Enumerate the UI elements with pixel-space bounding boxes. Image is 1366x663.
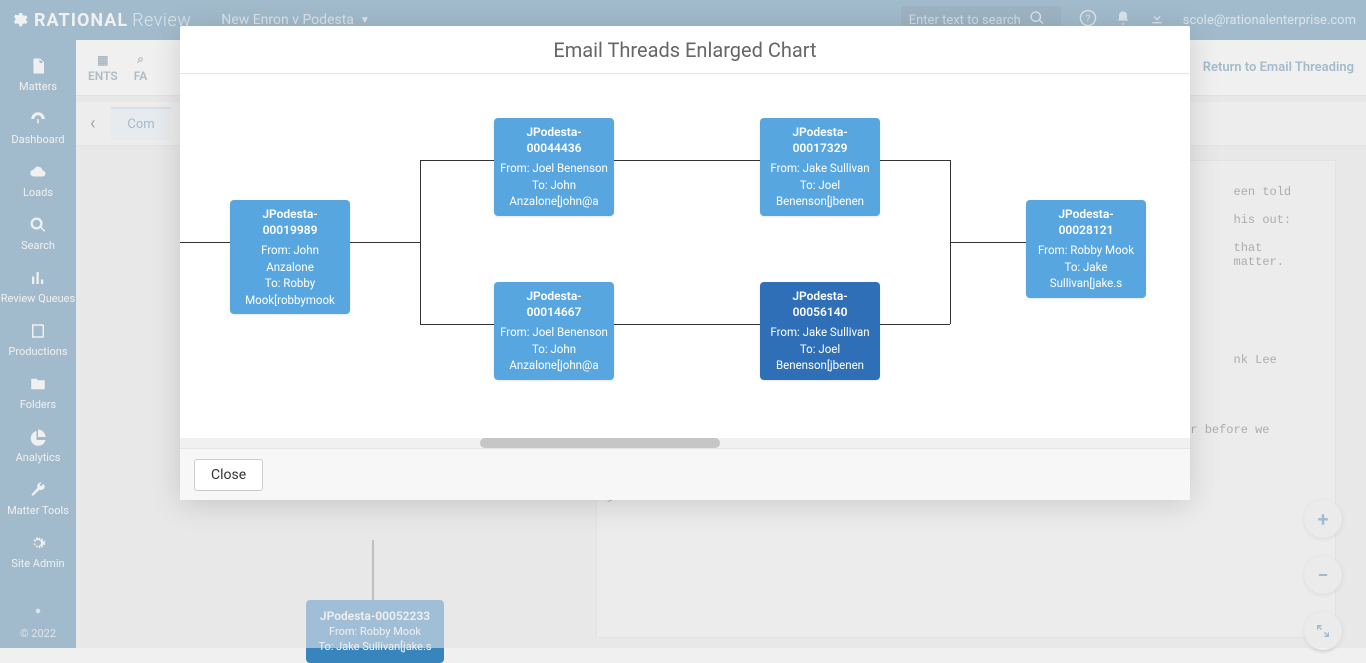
connector-line bbox=[350, 242, 420, 243]
node-id: JPodesta-00044436 bbox=[500, 124, 608, 156]
modal-title: Email Threads Enlarged Chart bbox=[180, 26, 1190, 74]
node-detail: From: Joel Benenson To: John Anzalone[jo… bbox=[500, 325, 608, 372]
thread-node[interactable]: JPodesta-00019989 From: John Anzalone To… bbox=[230, 200, 350, 314]
node-detail: From: Joel Benenson To: John Anzalone[jo… bbox=[500, 161, 608, 208]
connector-line bbox=[880, 160, 950, 161]
horizontal-scrollbar[interactable] bbox=[180, 438, 1190, 448]
connector-line bbox=[180, 242, 230, 243]
connector-line bbox=[614, 160, 760, 161]
thread-node-selected[interactable]: JPodesta-00056140 From: Jake Sullivan To… bbox=[760, 282, 880, 380]
node-detail: From: John Anzalone To: Robby Mook[robby… bbox=[245, 243, 335, 307]
thread-node[interactable]: JPodesta-00028121 From: Robby Mook To: J… bbox=[1026, 200, 1146, 298]
connector-line bbox=[420, 324, 494, 325]
node-id: JPodesta-00017329 bbox=[766, 124, 874, 156]
node-id: JPodesta-00028121 bbox=[1032, 206, 1140, 238]
connector-line bbox=[614, 324, 760, 325]
node-id: JPodesta-00056140 bbox=[766, 288, 874, 320]
scrollbar-thumb[interactable] bbox=[480, 438, 720, 448]
node-id: JPodesta-00019989 bbox=[236, 206, 344, 238]
connector-line bbox=[420, 160, 494, 161]
thread-node[interactable]: JPodesta-00017329 From: Jake Sullivan To… bbox=[760, 118, 880, 216]
node-detail: From: Jake Sullivan To: Joel Benenson[jb… bbox=[770, 161, 869, 208]
node-id: JPodesta-00014667 bbox=[500, 288, 608, 320]
thread-node[interactable]: JPodesta-00044436 From: Joel Benenson To… bbox=[494, 118, 614, 216]
node-detail: From: Robby Mook To: Jake Sullivan[jake.… bbox=[1038, 243, 1134, 290]
thread-node[interactable]: JPodesta-00014667 From: Joel Benenson To… bbox=[494, 282, 614, 380]
connector-line bbox=[420, 160, 421, 324]
connector-line bbox=[950, 242, 1026, 243]
connector-line bbox=[880, 324, 950, 325]
modal-footer: Close bbox=[180, 448, 1190, 500]
enlarged-chart-modal: Email Threads Enlarged Chart JPodesta-00… bbox=[180, 26, 1190, 500]
node-detail: From: Jake Sullivan To: Joel Benenson[jb… bbox=[770, 325, 869, 372]
modal-body: JPodesta-00019989 From: John Anzalone To… bbox=[180, 74, 1190, 448]
close-button[interactable]: Close bbox=[194, 459, 263, 491]
